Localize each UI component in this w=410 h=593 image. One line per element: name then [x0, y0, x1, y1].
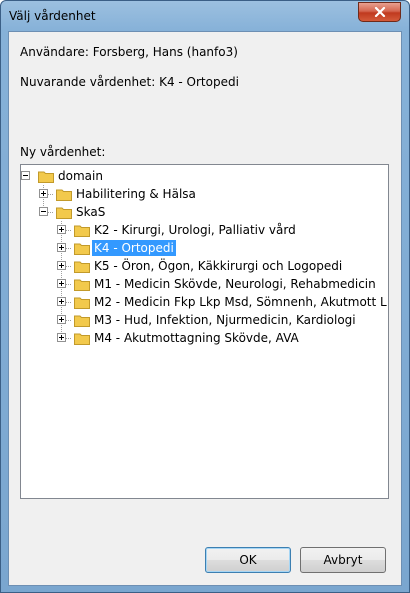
- folder-icon: [74, 261, 90, 273]
- tree-node-k2[interactable]: K2 - Kirurgi, Urologi, Palliativ vård: [21, 221, 381, 239]
- unit-tree-view[interactable]: domain Habilitering & Hälsa SkaS K2 - Ki…: [20, 164, 389, 499]
- tree-node-label: Habilitering & Hälsa: [76, 187, 196, 201]
- close-button[interactable]: [358, 2, 401, 22]
- tree-node-m2[interactable]: M2 - Medicin Fkp Lkp Msd, Sömnenh, Akutm…: [21, 293, 388, 311]
- new-unit-label: Ny vårdenhet:: [20, 145, 106, 159]
- tree-node-label: M4 - Akutmottagning Skövde, AVA: [94, 331, 299, 345]
- cancel-button[interactable]: Avbryt: [300, 547, 386, 573]
- tree-node-k4[interactable]: K4 - Ortopedi: [21, 239, 381, 257]
- tree-node-label: K5 - Öron, Ögon, Käkkirurgi och Logopedi: [94, 259, 343, 273]
- tree-node-label: K2 - Kirurgi, Urologi, Palliativ vård: [94, 223, 296, 237]
- expand-icon[interactable]: [57, 315, 66, 324]
- folder-icon: [74, 297, 90, 309]
- tree-node-label: domain: [58, 169, 103, 183]
- tree-node-m1[interactable]: M1 - Medicin Skövde, Neurologi, Rehabmed…: [21, 275, 381, 293]
- tree-node-m4[interactable]: M4 - Akutmottagning Skövde, AVA: [21, 329, 381, 347]
- dialog-body: Användare: Forsberg, Hans (hanfo3) Nuvar…: [8, 31, 402, 586]
- expand-icon[interactable]: [57, 333, 66, 342]
- folder-icon: [74, 243, 90, 255]
- folder-icon: [74, 333, 90, 345]
- tree-node-k5[interactable]: K5 - Öron, Ögon, Käkkirurgi och Logopedi: [21, 257, 381, 275]
- tree-node-label: M1 - Medicin Skövde, Neurologi, Rehabmed…: [94, 277, 376, 291]
- tree-node-skas[interactable]: SkaS: [21, 203, 381, 221]
- tree-node-label-selected: K4 - Ortopedi: [92, 240, 176, 256]
- folder-icon: [74, 225, 90, 237]
- collapse-icon[interactable]: [21, 171, 30, 180]
- ok-button[interactable]: OK: [205, 547, 291, 573]
- expand-icon[interactable]: [57, 279, 66, 288]
- dialog-window: Välj vårdenhet Användare: Forsberg, Hans…: [0, 0, 410, 593]
- tree-node-label: M2 - Medicin Fkp Lkp Msd, Sömnenh, Akutm…: [94, 295, 387, 309]
- tree-node-m3[interactable]: M3 - Hud, Infektion, Njurmedicin, Kardio…: [21, 311, 381, 329]
- expand-icon[interactable]: [57, 297, 66, 306]
- user-label: Användare: Forsberg, Hans (hanfo3): [20, 45, 238, 59]
- expand-icon[interactable]: [39, 189, 48, 198]
- collapse-icon[interactable]: [39, 207, 48, 216]
- tree-node-domain[interactable]: domain: [21, 167, 381, 185]
- folder-icon: [38, 171, 54, 183]
- window-title: Välj vårdenhet: [9, 9, 96, 23]
- expand-icon[interactable]: [57, 225, 66, 234]
- tree-node-label: M3 - Hud, Infektion, Njurmedicin, Kardio…: [94, 313, 356, 327]
- title-bar[interactable]: Välj vårdenhet: [1, 1, 409, 31]
- tree-node-habilitering[interactable]: Habilitering & Hälsa: [21, 185, 381, 203]
- tree-node-label: SkaS: [76, 205, 106, 219]
- current-unit-label: Nuvarande vårdenhet: K4 - Ortopedi: [20, 75, 239, 89]
- folder-icon: [74, 279, 90, 291]
- expand-icon[interactable]: [57, 261, 66, 270]
- expand-icon[interactable]: [57, 243, 66, 252]
- close-icon: [374, 7, 385, 17]
- folder-icon: [56, 207, 72, 219]
- folder-icon: [74, 315, 90, 327]
- folder-icon: [56, 189, 72, 201]
